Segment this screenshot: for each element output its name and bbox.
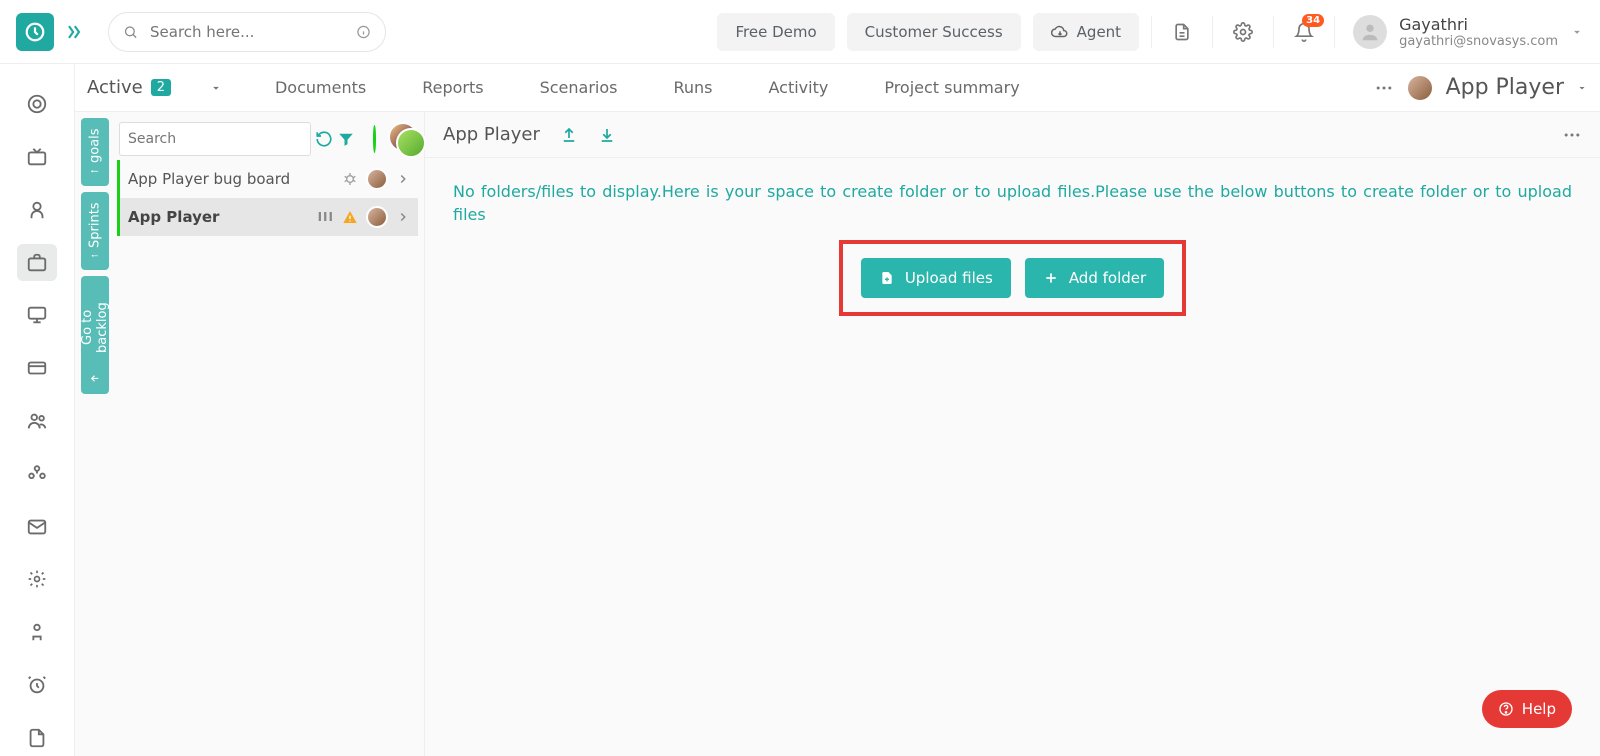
notifications-icon[interactable]: 34 — [1286, 14, 1322, 50]
user-email: gayathri@snovasys.com — [1399, 34, 1558, 49]
rail-alarm[interactable] — [17, 666, 57, 703]
rail-people[interactable] — [17, 403, 57, 440]
rail-file[interactable] — [17, 719, 57, 756]
rail-settings[interactable] — [17, 561, 57, 598]
info-icon[interactable] — [356, 23, 371, 41]
side-panel: goals Sprints Go to backlog + App Playe — [75, 112, 425, 756]
tab-documents[interactable]: Documents — [275, 78, 366, 97]
assignee-avatar — [366, 206, 388, 228]
user-menu[interactable]: Gayathri gayathri@snovasys.com — [1353, 15, 1584, 49]
more-icon[interactable] — [1374, 78, 1394, 98]
chevron-right-icon — [396, 210, 410, 224]
panel-search-input[interactable] — [119, 122, 311, 156]
column-indicator: III — [318, 210, 334, 224]
search-icon — [123, 23, 138, 41]
user-name: Gayathri — [1399, 15, 1558, 34]
cloud-download-icon — [1051, 23, 1069, 41]
status-dropdown[interactable] — [209, 81, 223, 95]
left-nav-rail — [0, 64, 75, 756]
download-icon[interactable] — [598, 126, 616, 144]
add-folder-button[interactable]: Add folder — [1025, 258, 1164, 298]
document-icon[interactable] — [1164, 14, 1200, 50]
plus-icon — [1043, 270, 1059, 286]
content-more-icon[interactable] — [1562, 125, 1582, 145]
app-logo[interactable] — [16, 13, 54, 51]
rail-briefcase[interactable] — [17, 244, 57, 281]
tab-runs[interactable]: Runs — [673, 78, 712, 97]
board-item-bug[interactable]: App Player bug board — [117, 160, 418, 198]
expand-sidebar-icon[interactable] — [64, 22, 84, 42]
member-avatars[interactable] — [388, 122, 392, 156]
vtab-goals[interactable]: goals — [81, 118, 109, 186]
content-title: App Player — [443, 124, 540, 145]
notification-badge: 34 — [1302, 14, 1324, 27]
user-avatar — [1353, 15, 1387, 49]
assignee-avatar — [366, 168, 388, 190]
free-demo-button[interactable]: Free Demo — [717, 13, 834, 51]
board-item-label: App Player bug board — [128, 170, 290, 188]
bug-icon — [342, 171, 358, 187]
project-avatar[interactable] — [1406, 74, 1434, 102]
tab-project-summary[interactable]: Project summary — [884, 78, 1019, 97]
project-title: App Player — [1446, 75, 1564, 100]
status-filter[interactable]: Active 2 — [87, 77, 171, 98]
refresh-icon[interactable] — [315, 122, 333, 156]
tab-activity[interactable]: Activity — [768, 78, 828, 97]
customer-success-button[interactable]: Customer Success — [847, 13, 1021, 51]
vtab-sprints[interactable]: Sprints — [81, 192, 109, 270]
board-item-player[interactable]: App Player III — [117, 198, 418, 236]
rail-monitor[interactable] — [17, 297, 57, 334]
upload-files-button[interactable]: Upload files — [861, 258, 1011, 298]
vtab-backlog[interactable]: Go to backlog — [81, 276, 109, 394]
global-search[interactable] — [108, 12, 386, 52]
rail-person[interactable] — [17, 192, 57, 229]
active-count: 2 — [151, 79, 171, 96]
rail-card[interactable] — [17, 350, 57, 387]
rail-tv[interactable] — [17, 139, 57, 176]
rail-dashboard[interactable] — [17, 86, 57, 123]
empty-state-message: No folders/files to display.Here is your… — [425, 158, 1600, 240]
status-indicator — [373, 125, 376, 153]
file-icon — [879, 270, 895, 286]
project-dropdown-icon[interactable] — [1576, 82, 1588, 94]
warning-icon — [342, 209, 358, 225]
tab-scenarios[interactable]: Scenarios — [540, 78, 618, 97]
rail-team[interactable] — [17, 455, 57, 492]
rail-user2[interactable] — [17, 614, 57, 651]
chevron-down-icon — [1570, 25, 1584, 39]
board-item-label: App Player — [128, 208, 219, 226]
upload-icon[interactable] — [560, 126, 578, 144]
chevron-right-icon — [396, 172, 410, 186]
tab-reports[interactable]: Reports — [422, 78, 483, 97]
agent-button[interactable]: Agent — [1033, 13, 1139, 51]
global-search-input[interactable] — [150, 23, 344, 41]
settings-icon[interactable] — [1225, 14, 1261, 50]
help-icon — [1498, 701, 1514, 717]
help-button[interactable]: Help — [1482, 690, 1572, 728]
rail-mail[interactable] — [17, 508, 57, 545]
filter-icon[interactable] — [337, 122, 355, 156]
action-buttons-highlight: Upload files Add folder — [839, 240, 1186, 316]
